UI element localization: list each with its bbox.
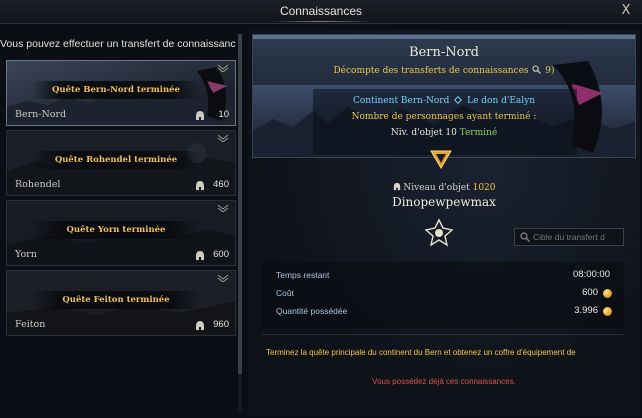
quest-banner: Quête Rohendel terminée — [31, 151, 201, 169]
stat-label: Temps restant — [276, 270, 330, 280]
stat-value: 600 — [582, 287, 598, 298]
quest-banner: Quête Bern-Nord terminée — [31, 81, 201, 99]
quest-info-text: Terminez la quête principale du continen… — [266, 348, 576, 357]
transfer-count-value: 9) — [545, 66, 555, 76]
magnifier-icon — [532, 65, 542, 74]
quest-name: Rohendel — [15, 179, 61, 190]
quest-card-bern-nord[interactable]: Quête Bern-Nord terminée Bern-Nord 10 — [6, 60, 236, 126]
chevron-down-icon — [217, 274, 229, 282]
quest-count: 10 — [218, 109, 229, 120]
stat-label: Coût — [276, 288, 294, 298]
quest-banner: Quête Yorn terminée — [31, 221, 201, 239]
quest-count: 460 — [213, 179, 229, 190]
quest-count: 960 — [213, 319, 229, 330]
left-panel-header: Vous pouvez effectuer un transfert de co… — [0, 38, 236, 50]
arrow-down-icon — [430, 150, 452, 169]
stat-value: 3.996 — [574, 305, 598, 316]
quest-count: 600 — [213, 249, 229, 260]
close-button[interactable]: X — [618, 3, 634, 19]
chevron-down-icon — [217, 64, 229, 72]
stat-remaining-time: Temps restant 08:00:00 — [272, 268, 614, 284]
item-level-requirement-status: Terminé — [459, 128, 498, 138]
chevron-down-icon — [217, 134, 229, 142]
quest-card-rohendel[interactable]: Quête Rohendel terminée Rohendel 460 — [6, 130, 236, 196]
stat-cost: Coût 600 — [272, 286, 614, 302]
helmet-icon — [196, 321, 204, 330]
transfer-target-input[interactable] — [533, 230, 621, 244]
target-item-level: Niveau d'objet 1020 — [248, 182, 640, 193]
detail-panel: Bern-Nord Décompte des transferts de con… — [248, 30, 640, 416]
helmet-icon — [393, 182, 400, 191]
search-icon — [520, 232, 530, 242]
transfer-count-line: Décompte des transferts de connaissances… — [253, 65, 635, 76]
helmet-icon — [196, 111, 204, 120]
quest-name: Feiton — [15, 319, 46, 330]
reward-continent: Continent Bern-Nord — [352, 96, 450, 106]
window-title: Connaissances — [279, 4, 363, 18]
already-owned-warning: Vous possédez déjà ces connaissances. — [372, 377, 516, 386]
quest-card-yorn[interactable]: Quête Yorn terminée Yorn 600 — [6, 200, 236, 266]
target-item-level-value: 1020 — [472, 183, 496, 193]
close-icon[interactable]: X — [622, 3, 631, 18]
item-level-requirement: Niv. d'objet 10 Terminé — [253, 128, 635, 138]
continent-banner: Bern-Nord Décompte des transferts de con… — [252, 34, 636, 158]
completed-characters-label: Nombre de personnages ayant terminé : — [351, 112, 537, 122]
divider — [262, 334, 624, 335]
reward-name: Le don d'Ealyn — [467, 96, 536, 106]
title-underline — [270, 21, 372, 22]
quest-banner: Quête Feiton terminée — [31, 291, 201, 309]
continent-title: Bern-Nord — [409, 45, 479, 60]
transfer-stats: Temps restant 08:00:00 Coût 600 Quantité… — [262, 262, 624, 328]
class-emblem-icon — [424, 218, 454, 247]
quest-name: Yorn — [15, 249, 37, 260]
chevron-down-icon — [217, 204, 229, 212]
title-bar: Connaissances X — [0, 0, 642, 24]
coin-icon — [603, 289, 612, 298]
transfer-count-label: Décompte des transferts de connaissances — [333, 66, 529, 76]
coin-icon — [603, 307, 612, 316]
transfer-target-search[interactable] — [514, 228, 624, 246]
quest-name: Bern-Nord — [15, 109, 67, 120]
scrollbar-thumb[interactable] — [238, 34, 242, 374]
helmet-icon — [196, 251, 204, 260]
stat-value: 08:00:00 — [573, 269, 610, 280]
item-level-requirement-label: Niv. d'objet 10 — [390, 128, 457, 138]
stat-label: Quantité possédée — [276, 306, 348, 316]
gem-icon — [454, 96, 463, 104]
stat-owned: Quantité possédée 3.996 — [272, 304, 614, 320]
target-item-level-label: Niveau d'objet — [403, 183, 470, 193]
target-character-name: Dinopewpewmax — [392, 195, 496, 209]
helmet-icon — [196, 181, 204, 190]
quest-card-feiton[interactable]: Quête Feiton terminée Feiton 960 — [6, 270, 236, 336]
target-character-info: Niveau d'objet 1020 Dinopewpewmax — [248, 182, 640, 209]
reward-line: Continent Bern-Nord Le don d'Ealyn — [253, 96, 635, 106]
